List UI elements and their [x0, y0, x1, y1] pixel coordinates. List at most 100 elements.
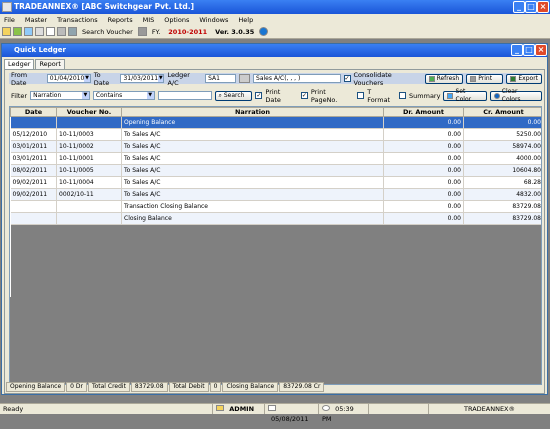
status-ready: Ready [3, 405, 24, 413]
col-narration[interactable]: Narration [121, 107, 384, 117]
table-row[interactable]: Opening Balance 0.00 0.00 [10, 116, 541, 129]
child-minimize-icon[interactable]: _ [511, 44, 523, 56]
table-row[interactable]: 09/02/2011 10-11/0004 To Sales A/C 0.00 68.2… [10, 176, 541, 189]
filter-field-select[interactable]: Narration ▼ [30, 91, 90, 100]
open-icon[interactable] [2, 27, 11, 36]
cell-cr: 68.28 [463, 176, 541, 189]
grid-header-row: Date Voucher No. Narration Dr. Amount Cr… [10, 107, 541, 117]
version-label: Ver. 3.0.35 [215, 27, 255, 36]
cell-date [10, 212, 57, 225]
page-icon[interactable] [46, 27, 55, 36]
filter-operator-select[interactable]: Contains ▼ [92, 91, 155, 100]
menu-master[interactable]: Master [25, 16, 47, 24]
table-row[interactable]: Closing Balance 0.00 83729.08 [10, 212, 541, 225]
filter-text-input[interactable] [157, 91, 212, 100]
ledger-grid: Date Voucher No. Narration Dr. Amount Cr… [9, 106, 542, 385]
col-cr-amount[interactable]: Cr. Amount [463, 107, 541, 117]
cell-cr: 4832.00 [463, 188, 541, 201]
menu-windows[interactable]: Windows [199, 16, 228, 24]
col-voucher[interactable]: Voucher No. [56, 107, 122, 117]
help-icon[interactable] [259, 27, 269, 36]
cell-dr: 0.00 [383, 128, 464, 141]
close-icon[interactable]: × [537, 1, 549, 13]
tab-ledger[interactable]: Ledger [4, 59, 35, 69]
ledger-lookup-icon[interactable] [239, 74, 251, 83]
search-icon: ⌕ [218, 91, 222, 99]
date-filter-row: From Date 01/04/2010 ▼ To Date 31/03/2011… [9, 70, 543, 87]
clear-colors-button[interactable]: Clear Colors [489, 88, 542, 103]
ledger-panel: From Date 01/04/2010 ▼ To Date 31/03/2011… [4, 69, 545, 394]
consolidate-label: Consolidate Vouchers [353, 70, 392, 87]
table-row[interactable]: 09/02/2011 0002/10-11 To Sales A/C 0.00 4832… [10, 188, 541, 201]
search-button[interactable]: ⌕ Search [214, 90, 253, 101]
from-date-label: From Date [11, 70, 28, 87]
child-maximize-icon[interactable]: □ [523, 44, 535, 56]
summary-label: Summary [409, 91, 441, 100]
print-pageno-checkbox[interactable]: ✓ [300, 92, 308, 99]
calculator-icon[interactable] [24, 27, 33, 36]
cell-cr: 83729.08 [463, 212, 541, 225]
cell-date: 08/02/2011 [10, 164, 57, 177]
total-debit-value: 0 [209, 382, 222, 392]
cell-voucher: 10-11/0001 [56, 152, 122, 165]
from-date-input[interactable]: 01/04/2010 ▼ [46, 74, 91, 83]
col-dr-amount[interactable]: Dr. Amount [383, 107, 464, 117]
search-voucher-button[interactable]: Search Voucher [82, 28, 133, 36]
total-credit-value: 83729.08 [130, 382, 168, 392]
status-empty [368, 404, 428, 414]
cell-date: 09/02/2011 [10, 176, 57, 189]
clock-icon [322, 405, 330, 411]
cell-date: 03/01/2011 [10, 152, 57, 165]
table-row[interactable]: 03/01/2011 10-11/0002 To Sales A/C 0.00 5897… [10, 140, 541, 153]
consolidate-checkbox[interactable]: ✓ [343, 75, 351, 82]
binoculars-icon[interactable] [68, 27, 77, 36]
summary-checkbox[interactable] [399, 92, 407, 99]
menu-file[interactable]: File [4, 16, 15, 24]
empty-row [10, 272, 541, 285]
table-row[interactable]: Transaction Closing Balance 0.00 83729.08 [10, 200, 541, 213]
cell-narration: To Sales A/C [121, 188, 384, 201]
cell-voucher [56, 212, 122, 225]
table-row[interactable]: 05/12/2010 10-11/0003 To Sales A/C 0.00 5250… [10, 128, 541, 141]
child-title: Quick Ledger [14, 46, 67, 54]
cell-cr: 0.00 [463, 116, 541, 129]
print-date-checkbox[interactable]: ✓ [255, 92, 263, 99]
report-icon[interactable] [35, 27, 44, 36]
closing-balance-value: 83729.08 Cr [279, 382, 325, 392]
totals-bar: Opening Balance 0 Dr Total Credit 83729.… [6, 382, 325, 392]
maximize-icon[interactable]: □ [525, 1, 537, 13]
table-row[interactable]: 03/01/2011 10-11/0001 To Sales A/C 0.00 4000… [10, 152, 541, 165]
text-filter-row: Filter Narration ▼ Contains ▼ ⌕ Search ✓ Pr… [9, 88, 542, 104]
calendar-icon [268, 405, 276, 411]
cell-date: 05/12/2010 [10, 128, 57, 141]
tab-report[interactable]: Report [35, 59, 65, 69]
print-button[interactable]: Print [466, 73, 504, 84]
export-button[interactable]: Export [506, 73, 543, 84]
menu-options[interactable]: Options [164, 16, 189, 24]
to-date-input[interactable]: 31/03/2011 ▼ [120, 74, 165, 83]
refresh-icon[interactable] [13, 27, 22, 36]
menu-reports[interactable]: Reports [108, 16, 133, 24]
cell-narration: Transaction Closing Balance [121, 200, 384, 213]
table-row[interactable]: 08/02/2011 10-11/0005 To Sales A/C 0.00 1060… [10, 164, 541, 177]
print-icon[interactable] [57, 27, 66, 36]
menu-help[interactable]: Help [238, 16, 253, 24]
col-date[interactable]: Date [10, 107, 57, 117]
tformat-checkbox[interactable] [357, 92, 365, 99]
lock-icon[interactable] [137, 27, 147, 36]
cell-voucher [56, 200, 122, 213]
child-close-icon[interactable]: × [535, 44, 547, 56]
menu-mis[interactable]: MIS [143, 16, 155, 24]
fy-value: 2010-2011 [168, 27, 208, 36]
set-color-button[interactable]: Set Color [443, 88, 487, 103]
menu-transactions[interactable]: Transactions [57, 16, 98, 24]
cell-voucher: 10-11/0004 [56, 176, 122, 189]
filter-label: Filter [11, 91, 28, 100]
refresh-button[interactable]: Refresh [424, 73, 464, 84]
tab-strip: Ledger Report [4, 59, 66, 69]
cell-dr: 0.00 [383, 116, 464, 129]
minimize-icon[interactable]: _ [513, 1, 525, 13]
status-date: 05/08/2011 [264, 404, 318, 423]
empty-row [10, 260, 541, 273]
ledger-code-input[interactable]: SA1 [205, 74, 237, 83]
